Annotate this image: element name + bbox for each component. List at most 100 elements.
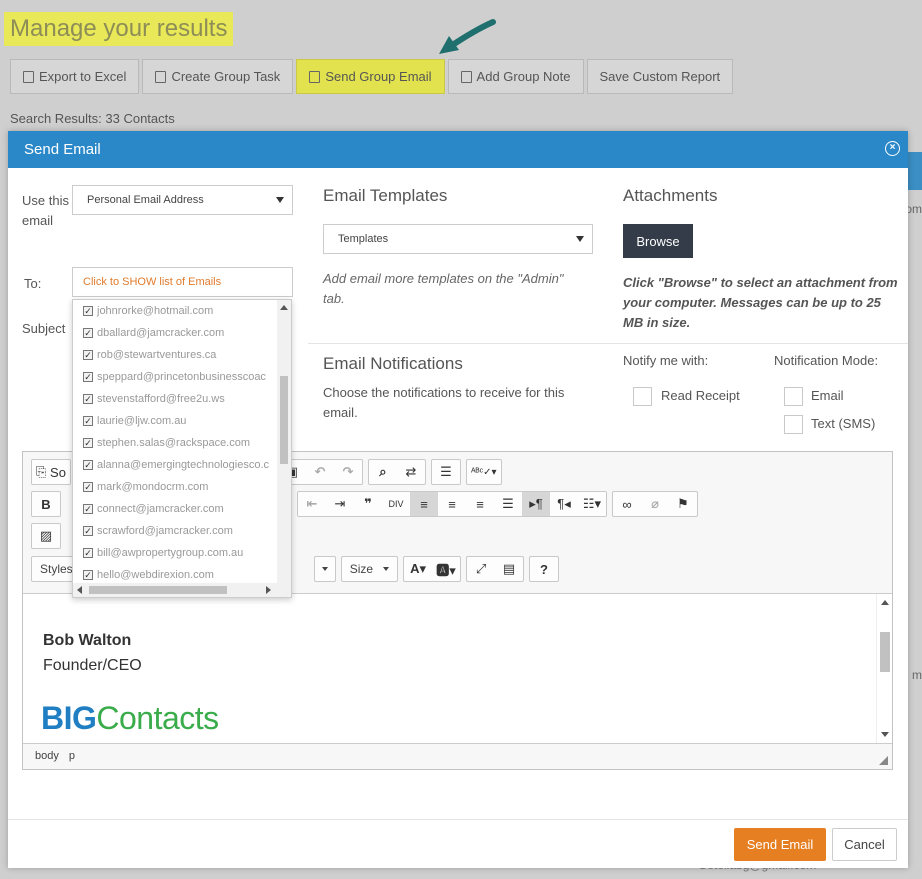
indent-button[interactable]: ⇥ [326, 492, 354, 516]
image-button[interactable]: ▨ [32, 524, 60, 548]
to-input[interactable]: Click to SHOW list of Emails [72, 267, 293, 297]
create-div-button[interactable]: DIV [382, 492, 410, 516]
scroll-thumb[interactable] [280, 376, 288, 464]
link-button[interactable]: ∞ [613, 492, 641, 516]
format-combo-caret[interactable] [313, 556, 336, 582]
unlink-button[interactable]: ⌀ [641, 492, 669, 516]
email-checkbox[interactable]: ✓ [83, 570, 93, 580]
email-list-hscrollbar[interactable] [73, 583, 291, 597]
send-email-button[interactable]: Send Email [734, 828, 826, 861]
save-custom-report-button[interactable]: Save Custom Report [586, 59, 734, 94]
email-list-scrollbar[interactable] [277, 300, 291, 584]
list-item[interactable]: ✓ connect@jamcracker.com [73, 498, 291, 520]
find-button[interactable]: ⌕ [369, 460, 397, 484]
envelope-icon [309, 70, 321, 83]
close-icon[interactable]: × [885, 141, 900, 156]
email-checkbox[interactable]: ✓ [83, 350, 93, 360]
align-center-button[interactable]: ≡ [438, 492, 466, 516]
email-checkbox[interactable]: ✓ [83, 372, 93, 382]
text-color-button[interactable]: A▾ [404, 557, 432, 581]
scroll-thumb[interactable] [880, 632, 890, 672]
email-address: hello@webdirexion.com [97, 569, 214, 581]
mode-sms-checkbox[interactable] [784, 415, 803, 434]
source-button[interactable]: ⎘ So [32, 460, 70, 484]
rtl-button[interactable]: ¶◂ [550, 492, 578, 516]
email-address: mark@mondocrm.com [97, 481, 209, 493]
list-item[interactable]: ✓ laurie@ljw.com.au [73, 410, 291, 432]
path-p[interactable]: p [69, 750, 75, 762]
resize-handle-icon[interactable] [879, 756, 888, 765]
background-text-fragment: m [912, 668, 922, 682]
email-checkbox[interactable]: ✓ [83, 306, 93, 316]
align-left-button[interactable]: ≡ [410, 492, 438, 516]
email-checkbox[interactable]: ✓ [83, 394, 93, 404]
list-item[interactable]: ✓ dballard@jamcracker.com [73, 322, 291, 344]
email-checkbox[interactable]: ✓ [83, 438, 93, 448]
path-body[interactable]: body [35, 750, 59, 762]
redo-button[interactable]: ↷ [334, 460, 362, 484]
anchor-button[interactable]: ⚑ [669, 492, 697, 516]
list-item[interactable]: ✓ stevenstafford@free2u.ws [73, 388, 291, 410]
show-blocks-button[interactable]: ▤ [495, 557, 523, 581]
cancel-button[interactable]: Cancel [832, 828, 897, 861]
export-excel-label: Export to Excel [39, 69, 127, 84]
add-group-note-button[interactable]: Add Group Note [447, 59, 584, 94]
align-right-button[interactable]: ≡ [466, 492, 494, 516]
email-address: johnrorke@hotmail.com [97, 305, 214, 317]
scroll-down-icon[interactable] [881, 732, 889, 737]
hscroll-thumb[interactable] [89, 586, 227, 594]
justify-button[interactable]: ☰ [494, 492, 522, 516]
undo-button[interactable]: ↶ [306, 460, 334, 484]
email-checkbox[interactable]: ✓ [83, 460, 93, 470]
size-combo[interactable]: Size [340, 556, 399, 582]
list-item[interactable]: ✓ johnrorke@hotmail.com [73, 300, 291, 322]
source-icon: ⎘ [36, 464, 47, 479]
save-custom-report-label: Save Custom Report [599, 69, 721, 84]
send-group-email-button[interactable]: Send Group Email [296, 59, 445, 94]
export-excel-button[interactable]: Export to Excel [10, 59, 140, 94]
select-all-button[interactable]: ☰ [432, 460, 460, 484]
blockquote-button[interactable]: ❞ [354, 492, 382, 516]
list-item[interactable]: ✓ scrawford@jamcracker.com [73, 520, 291, 542]
email-checkbox[interactable]: ✓ [83, 328, 93, 338]
spellcheck-button[interactable]: ᴬᴮᶜ✓▾ [467, 460, 501, 484]
styles-label: Styles [40, 562, 73, 576]
email-address: stephen.salas@rackspace.com [97, 437, 251, 449]
email-checkbox[interactable]: ✓ [83, 504, 93, 514]
list-item[interactable]: ✓ stephen.salas@rackspace.com [73, 432, 291, 454]
subject-label: Subject [22, 321, 66, 336]
list-item[interactable]: ✓ mark@mondocrm.com [73, 476, 291, 498]
email-checkbox[interactable]: ✓ [83, 416, 93, 426]
scroll-right-icon[interactable] [266, 586, 271, 594]
language-button[interactable]: ☷▾ [578, 492, 606, 516]
email-checkbox[interactable]: ✓ [83, 526, 93, 536]
email-checkbox[interactable]: ✓ [83, 548, 93, 558]
use-email-select[interactable]: Personal Email Address [72, 185, 293, 215]
mode-email-checkbox[interactable] [784, 387, 803, 406]
create-group-task-button[interactable]: Create Group Task [142, 59, 294, 94]
scroll-up-icon[interactable] [881, 600, 889, 605]
list-item[interactable]: ✓ alanna@emergingtechnologiesco.c [73, 454, 291, 476]
list-item[interactable]: ✓ rob@stewartventures.ca [73, 344, 291, 366]
browse-button[interactable]: Browse [623, 224, 693, 258]
scroll-left-icon[interactable] [77, 586, 82, 594]
replace-button[interactable]: ⇄ [397, 460, 425, 484]
ltr-button[interactable]: ▸¶ [522, 492, 550, 516]
bg-color-button[interactable]: 🅰▾ [432, 557, 460, 581]
rtl-icon: ¶◂ [557, 496, 571, 511]
list-item[interactable]: ✓ bill@awpropertygroup.com.au [73, 542, 291, 564]
align-right-icon: ≡ [476, 496, 484, 512]
editor-scrollbar[interactable] [876, 594, 892, 743]
scroll-up-icon[interactable] [280, 305, 288, 310]
bold-button[interactable]: B [32, 492, 60, 516]
insert-group: ▨ [31, 523, 61, 549]
editor-content[interactable]: Bob Walton Founder/CEO BIGContacts [23, 593, 892, 744]
list-item[interactable]: ✓ speppard@princetonbusinesscoac [73, 366, 291, 388]
help-button[interactable]: ? [530, 557, 558, 581]
templates-select[interactable]: Templates [323, 224, 593, 254]
outdent-button[interactable]: ⇤ [298, 492, 326, 516]
maximize-button[interactable]: ⤢ [467, 557, 495, 581]
email-checkbox[interactable]: ✓ [83, 482, 93, 492]
spellcheck-group: ᴬᴮᶜ✓▾ [465, 459, 502, 485]
read-receipt-checkbox[interactable] [633, 387, 652, 406]
